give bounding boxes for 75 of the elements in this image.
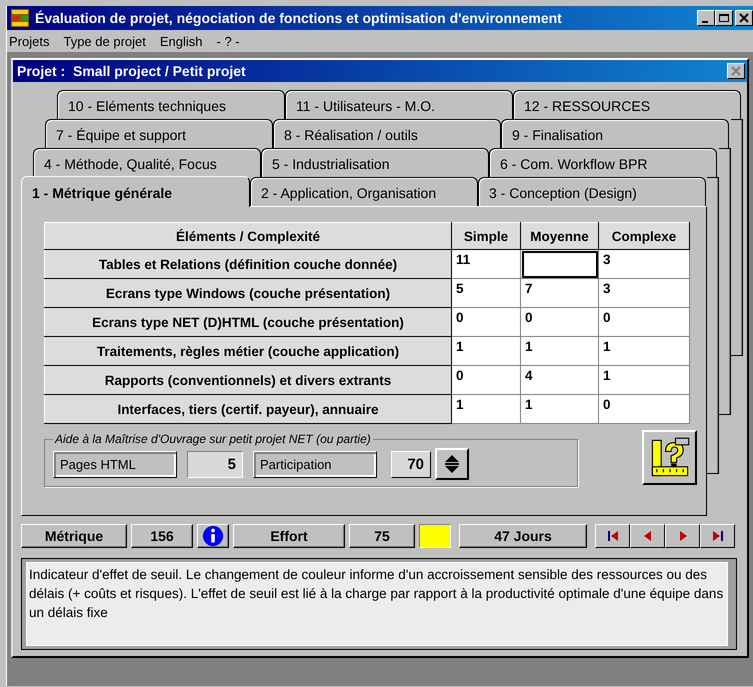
tab[interactable]: 9 - Finalisation [501, 119, 729, 148]
table-cell[interactable]: 3 [598, 278, 690, 308]
table-cell[interactable]: 1 [452, 394, 520, 424]
info-button[interactable] [197, 524, 229, 548]
tab[interactable]: 12 - RESSOURCES [513, 90, 741, 119]
column-header: Moyenne [520, 222, 598, 250]
status-label: 47 Jours [459, 524, 587, 548]
row-header: Interfaces, tiers (certif. payeur), annuaire [44, 394, 452, 424]
table-cell[interactable]: 1 [520, 336, 598, 366]
status-value: 156 [131, 524, 193, 548]
app-icon [11, 9, 29, 27]
maximize-button[interactable] [715, 10, 733, 26]
table-cell[interactable]: 0 [452, 366, 520, 394]
table-cell[interactable]: 1 [452, 336, 520, 366]
close-icon [730, 66, 742, 76]
menu-item[interactable]: - ? - [210, 34, 247, 48]
column-header: Éléments / Complexité [44, 222, 452, 250]
row-header: Ecrans type NET (D)HTML (couche présentation) [44, 308, 452, 336]
field-label: Pages HTML [53, 450, 177, 478]
tab[interactable]: 10 - Eléments techniques [57, 90, 285, 119]
table-cell[interactable]: 1 [598, 336, 690, 366]
child-window-title: Projet : Small project / Petit projet [17, 63, 247, 79]
menu-item[interactable]: Type de projet [56, 34, 153, 48]
close-icon [738, 13, 750, 23]
table-cell[interactable]: 7 [520, 278, 598, 308]
table-cell[interactable]: 3 [598, 250, 690, 278]
group-legend: Aide à la Maîtrise d'Ouvrage sur petit projet NET (ou partie) [53, 432, 373, 446]
minimize-icon [702, 20, 708, 22]
table-cell[interactable]: 5 [452, 278, 520, 308]
close-button[interactable] [727, 63, 745, 79]
help-button[interactable] [642, 430, 697, 485]
table-cell[interactable]: 0 [452, 308, 520, 336]
field-label: Participation [253, 450, 377, 478]
table-cell[interactable]: 0 [598, 308, 690, 336]
menu-item[interactable]: English [152, 34, 210, 48]
column-header: Complexe [598, 222, 690, 250]
tab[interactable]: 5 - Industrialisation [261, 148, 489, 177]
table-cell[interactable]: 4 [520, 366, 598, 394]
row-header: Tables et Relations (définition couche donnée) [44, 250, 452, 278]
close-button[interactable] [735, 10, 753, 26]
tab[interactable]: 8 - Réalisation / outils [273, 119, 501, 148]
menu-item[interactable]: Projets [7, 34, 56, 48]
tab[interactable]: 11 - Utilisateurs - M.O. [285, 90, 513, 119]
status-label: Métrique [21, 524, 127, 548]
last-button[interactable] [700, 524, 735, 548]
table-cell[interactable] [520, 250, 598, 278]
spinner-button[interactable] [435, 448, 469, 480]
previous-button[interactable] [630, 524, 665, 548]
tab[interactable]: 2 - Application, Organisation [250, 177, 478, 206]
next-button[interactable] [665, 524, 700, 548]
table-cell[interactable]: 1 [598, 366, 690, 394]
row-header: Traitements, règles métier (couche application) [44, 336, 452, 366]
column-header: Simple [452, 222, 520, 250]
up-down-arrows-icon [442, 452, 462, 476]
table-cell[interactable]: 0 [598, 394, 690, 424]
value-field[interactable]: 70 [391, 450, 431, 478]
description-text: Indicateur d'effet de seuil. Le changement de couleur informe d'un accroissement sensible des ressources ou des délais (+ coûts et risques). L'effet de seuil est lié à la charge par rapport à la productivité optimale d'une équipe dans un délais fixe [26, 562, 728, 646]
tab[interactable]: 7 - Équipe et support [45, 119, 273, 148]
table-cell[interactable]: 1 [520, 394, 598, 424]
row-header: Ecrans type Windows (couche présentation) [44, 278, 452, 308]
table-cell[interactable]: 11 [452, 250, 520, 278]
first-button[interactable] [595, 524, 630, 548]
status-label: Effort [233, 524, 345, 548]
minimize-button[interactable] [697, 10, 715, 26]
tab[interactable]: 1 - Métrique générale [21, 176, 250, 207]
table-cell[interactable]: 0 [520, 308, 598, 336]
row-header: Rapports (conventionnels) et divers extrants [44, 366, 452, 394]
window-title: Évaluation de projet, négociation de fonctions et optimisation d'environnement [35, 10, 563, 26]
maximize-icon [718, 13, 730, 23]
tab[interactable]: 3 - Conception (Design) [478, 177, 706, 206]
tab[interactable]: 4 - Méthode, Qualité, Focus [33, 148, 261, 177]
status-value: 75 [349, 524, 415, 548]
value-field: 5 [187, 450, 243, 478]
info-icon [202, 525, 224, 547]
tab[interactable]: 6 - Com. Workflow BPR [489, 148, 717, 177]
